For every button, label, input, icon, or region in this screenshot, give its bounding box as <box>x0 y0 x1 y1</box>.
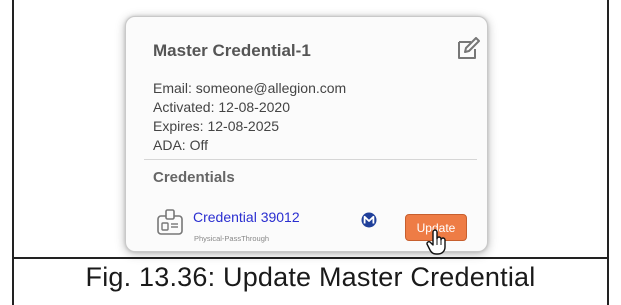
activated-text: Activated: 12-08-2020 <box>153 99 290 115</box>
email-text: Email: someone@allegion.com <box>153 80 347 96</box>
credential-link[interactable]: Credential 39012 <box>193 209 300 225</box>
ada-text: ADA: Off <box>153 137 208 153</box>
figure-divider <box>14 257 607 259</box>
credential-details: Email: someone@allegion.com Activated: 1… <box>153 79 346 155</box>
edit-icon[interactable] <box>456 37 480 61</box>
card-title: Master Credential-1 <box>153 41 311 60</box>
credential-type: Physical-PassThrough <box>194 234 270 243</box>
expires-text: Expires: 12-08-2025 <box>153 118 280 134</box>
credentials-heading: Credentials <box>153 169 235 186</box>
section-divider <box>144 159 477 160</box>
update-button[interactable]: Update <box>405 214 467 241</box>
m-badge-icon <box>361 212 377 228</box>
master-credential-card: Master Credential-1 Email: someone@alleg… <box>125 16 488 255</box>
credential-card-icon <box>157 209 183 235</box>
figure-caption: Fig. 13.36: Update Master Credential <box>85 262 536 292</box>
